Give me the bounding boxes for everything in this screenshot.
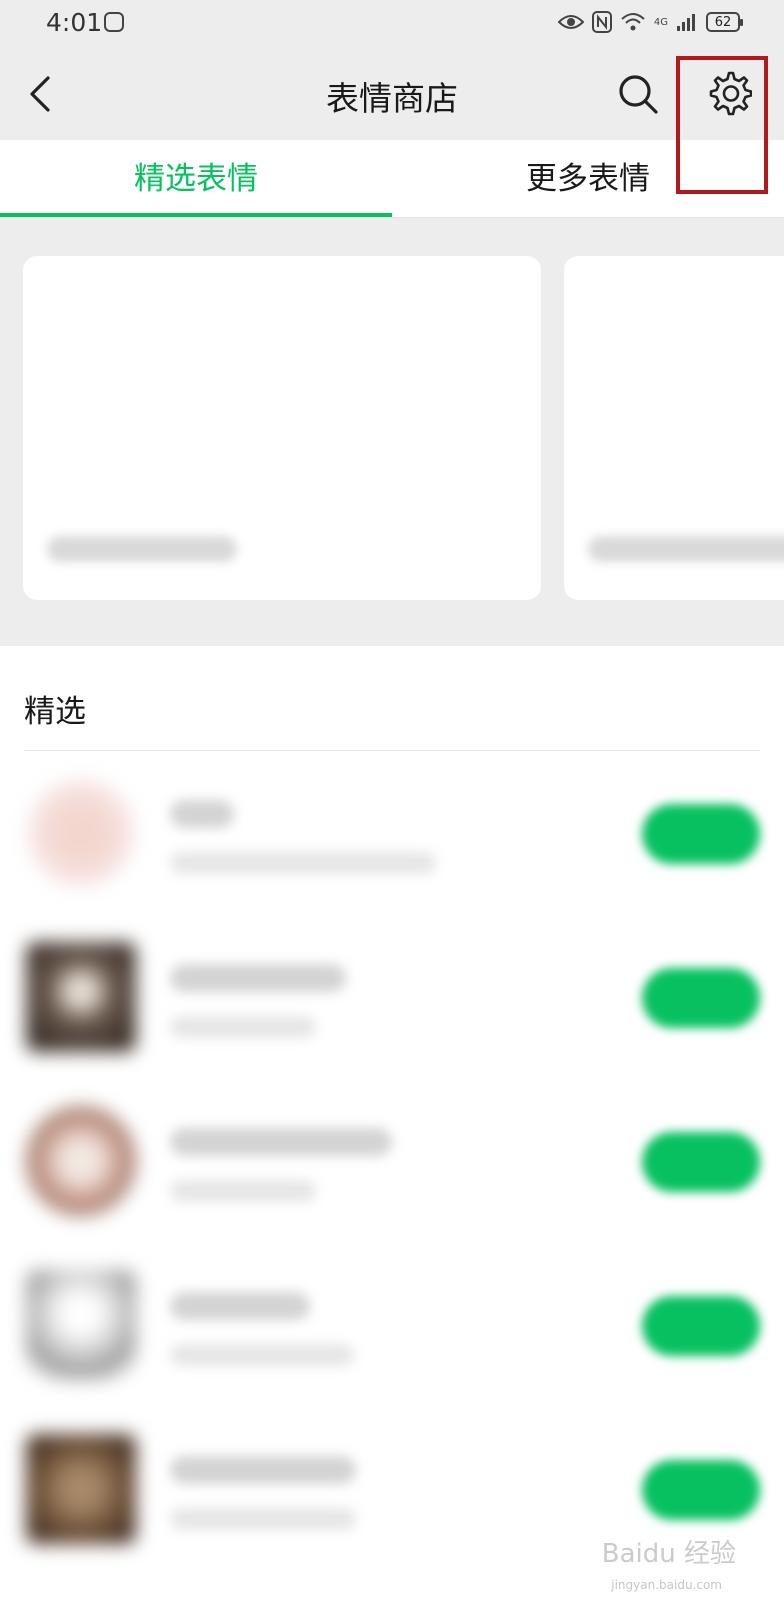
list-item[interactable] bbox=[0, 1244, 784, 1408]
section-divider bbox=[24, 750, 760, 751]
banner-card[interactable] bbox=[23, 256, 541, 600]
signal-icon bbox=[677, 14, 695, 31]
sticker-name-blurred bbox=[170, 1292, 310, 1320]
banner-caption-blurred bbox=[47, 536, 237, 562]
sticker-desc-blurred bbox=[170, 1508, 356, 1530]
watermark-logo: Baidu 经验 bbox=[601, 1539, 736, 1569]
network-type: 4G bbox=[653, 16, 668, 28]
sticker-name-blurred bbox=[170, 1456, 356, 1484]
watermark-url: jingyan.baidu.com bbox=[611, 1578, 722, 1592]
page-title: 表情商店 bbox=[326, 79, 458, 118]
search-button[interactable] bbox=[616, 72, 660, 116]
sticker-thumbnail bbox=[26, 1270, 136, 1380]
sticker-thumbnail bbox=[26, 1434, 136, 1544]
sticker-desc-blurred bbox=[170, 1344, 354, 1366]
sticker-name-blurred bbox=[170, 800, 234, 828]
eye-icon bbox=[557, 15, 584, 29]
sticker-name-blurred bbox=[170, 1128, 392, 1156]
sticker-desc-blurred bbox=[170, 1180, 316, 1202]
list-item[interactable] bbox=[0, 916, 784, 1080]
nfc-icon bbox=[591, 11, 612, 33]
add-button[interactable] bbox=[642, 1296, 760, 1356]
tab-featured-stickers[interactable]: 精选表情 bbox=[0, 140, 392, 218]
sticker-desc-blurred bbox=[170, 852, 436, 874]
banner-carousel[interactable] bbox=[0, 218, 784, 646]
list-item[interactable] bbox=[0, 752, 784, 916]
tab-bar: 精选表情 更多表情 bbox=[0, 140, 784, 218]
featured-list: 精选 bbox=[0, 646, 784, 1600]
add-button[interactable] bbox=[642, 968, 760, 1028]
highlight-box bbox=[676, 56, 768, 194]
battery-icon: 62 bbox=[706, 12, 743, 32]
section-title: 精选 bbox=[24, 694, 86, 730]
battery-level: 62 bbox=[714, 14, 732, 30]
add-button[interactable] bbox=[642, 1460, 760, 1520]
sticker-thumbnail bbox=[26, 778, 136, 888]
wifi-icon bbox=[621, 13, 645, 31]
status-icons: 4G 62 bbox=[557, 11, 743, 33]
banner-caption-blurred bbox=[588, 536, 784, 562]
nav-bar: 表情商店 bbox=[0, 48, 784, 140]
list-item[interactable] bbox=[0, 1080, 784, 1244]
banner-card[interactable] bbox=[564, 256, 784, 600]
sticker-desc-blurred bbox=[170, 1016, 316, 1038]
add-button[interactable] bbox=[642, 1132, 760, 1192]
status-time: 4:01 bbox=[46, 8, 103, 37]
status-bar: 4:01 4G 62 bbox=[0, 0, 784, 48]
search-icon bbox=[619, 75, 658, 114]
sticker-thumbnail bbox=[26, 1106, 136, 1216]
sticker-thumbnail bbox=[26, 942, 136, 1052]
hand-icon bbox=[104, 12, 124, 32]
sticker-name-blurred bbox=[170, 964, 346, 992]
add-button[interactable] bbox=[642, 804, 760, 864]
